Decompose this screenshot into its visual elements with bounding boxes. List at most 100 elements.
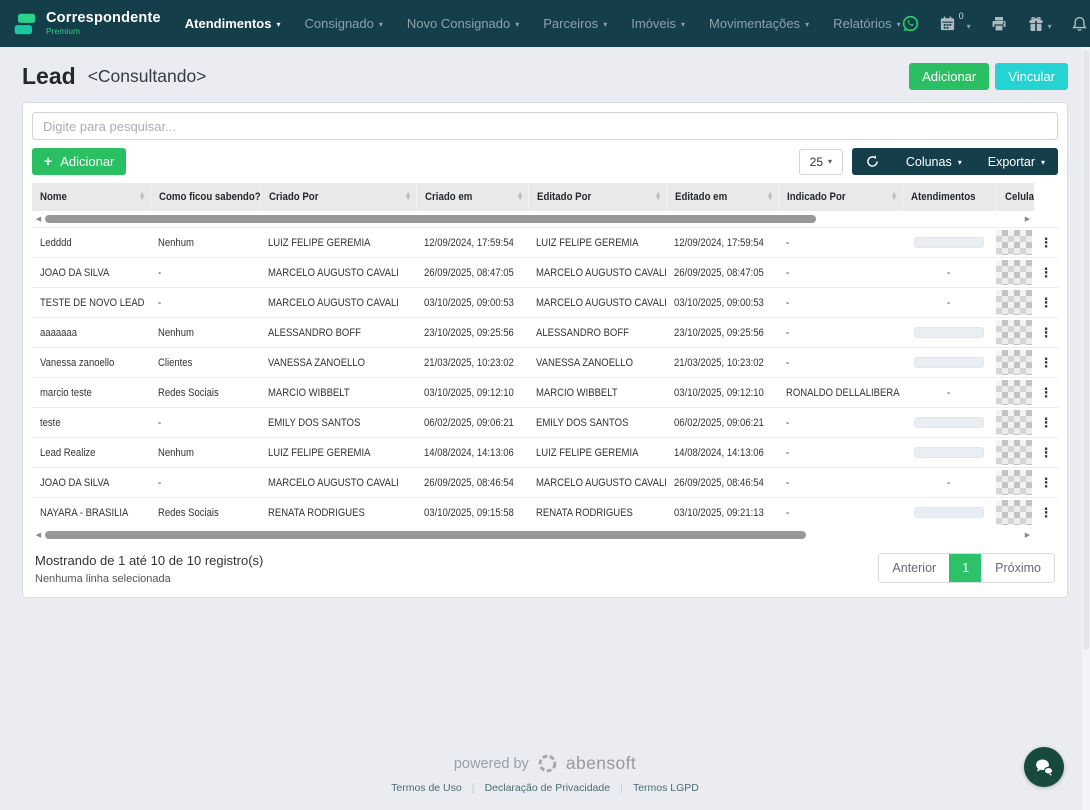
cell-como-ficou-sabendo: - <box>150 287 260 318</box>
table-row[interactable]: teste - EMILY DOS SANTOS 06/02/2025, 09:… <box>32 407 1058 438</box>
notifications-button[interactable]: 0 ▾ <box>1071 15 1090 33</box>
scroll-right-icon[interactable]: ▶ <box>1021 215 1034 223</box>
row-actions-menu-icon[interactable]: ⋮ <box>1040 295 1053 310</box>
table-row[interactable]: Lead Realize Nenhum LUIZ FELIPE GEREMIA … <box>32 437 1058 468</box>
row-actions-menu-icon[interactable]: ⋮ <box>1040 475 1053 490</box>
whatsapp-button[interactable] <box>901 14 920 33</box>
row-actions-menu-icon[interactable]: ⋮ <box>1040 505 1053 520</box>
horizontal-scrollbar[interactable]: ◀ ▶ <box>32 214 1034 223</box>
scrollbar-thumb[interactable] <box>45 530 807 539</box>
columns-dropdown[interactable]: Colunas ▾ <box>893 148 975 175</box>
row-actions-menu-icon[interactable]: ⋮ <box>1040 385 1053 400</box>
table-row[interactable]: Ledddd Nenhum LUIZ FELIPE GEREMIA 12/09/… <box>32 227 1058 258</box>
table-row[interactable]: NAYARA - BRASILIA Redes Sociais RENATA R… <box>32 497 1058 527</box>
cell-criado-por: MARCELO AUGUSTO CAVALI <box>260 467 416 498</box>
navbar-menu-movimentações[interactable]: Movimentações ▾ <box>709 16 809 31</box>
cell-celular <box>996 317 1034 348</box>
cell-nome: Vanessa zanoello <box>32 347 150 378</box>
chevron-down-icon: ▾ <box>957 158 962 167</box>
chevron-down-icon: ▾ <box>805 20 810 29</box>
navbar-menu-relatórios[interactable]: Relatórios ▾ <box>833 16 901 31</box>
chevron-down-icon: ▾ <box>1047 21 1052 31</box>
scrollbar-thumb[interactable] <box>45 214 817 223</box>
cell-editado-por: LUIZ FELIPE GEREMIA <box>528 437 666 468</box>
column-header-editado_por[interactable]: Editado Por ▲ ▼ <box>527 183 666 211</box>
footer-links: Termos de Uso | Declaração de Privacidade |… <box>0 782 1090 794</box>
horizontal-scrollbar[interactable]: ◀ ▶ <box>32 530 1034 539</box>
column-header-editado_em[interactable]: Editado em ▲ ▼ <box>665 183 778 211</box>
table-row[interactable]: Vanessa zanoello Clientes VANESSA ZANOEL… <box>32 347 1058 378</box>
column-header-atendimentos[interactable]: Atendimentos <box>901 183 996 211</box>
row-actions-menu-icon[interactable]: ⋮ <box>1040 445 1053 460</box>
cell-atendimentos: - <box>902 287 996 318</box>
navbar-menu-novo-consignado[interactable]: Novo Consignado ▾ <box>407 16 519 31</box>
footer-link-declaração-de-privacidade[interactable]: Declaração de Privacidade <box>485 782 611 794</box>
row-actions-menu-icon[interactable]: ⋮ <box>1040 415 1053 430</box>
cell-actions: ⋮ <box>1034 437 1058 468</box>
page-size-value: 25 <box>809 154 824 169</box>
cell-como-ficou-sabendo: Redes Sociais <box>150 377 260 408</box>
gift-button[interactable]: ▾ <box>1027 15 1052 33</box>
calendar-button[interactable]: 0 ▾ <box>939 11 971 32</box>
sort-icon[interactable]: ▲ ▼ <box>402 191 412 202</box>
navbar-menu-imóveis[interactable]: Imóveis ▾ <box>631 16 685 31</box>
table-row[interactable]: aaaaaaa Nenhum ALESSANDRO BOFF 23/10/202… <box>32 317 1058 348</box>
table-row[interactable]: JOAO DA SILVA - MARCELO AUGUSTO CAVALI 2… <box>32 257 1058 288</box>
refresh-button[interactable] <box>852 148 893 175</box>
scroll-right-icon[interactable]: ▶ <box>1021 531 1034 539</box>
cell-nome: Ledddd <box>32 227 150 258</box>
footer-link-termos-lgpd[interactable]: Termos LGPD <box>633 782 699 794</box>
page-size-select[interactable]: 25 ▾ <box>798 148 843 175</box>
sort-icon[interactable]: ▲ ▼ <box>888 191 898 202</box>
row-actions-menu-icon[interactable]: ⋮ <box>1040 265 1053 280</box>
celular-censored <box>996 470 1032 495</box>
vincular-button[interactable]: Vincular <box>995 63 1068 90</box>
celular-censored <box>996 350 1032 375</box>
column-header-fonte[interactable]: Como ficou sabendo? <box>149 183 260 211</box>
cell-celular <box>996 257 1034 288</box>
cell-como-ficou-sabendo: Nenhum <box>150 227 260 258</box>
cell-editado-em: 06/02/2025, 09:06:21 <box>666 407 778 438</box>
navbar-menu-atendimentos[interactable]: Atendimentos ▾ <box>185 16 281 31</box>
add-button[interactable]: + Adicionar <box>32 148 127 175</box>
cell-editado-por: ALESSANDRO BOFF <box>528 317 666 348</box>
table-row[interactable]: marcio teste Redes Sociais MARCIO WIBBEL… <box>32 377 1058 408</box>
next-page-button[interactable]: Próximo <box>981 554 1054 582</box>
scroll-left-icon[interactable]: ◀ <box>32 215 45 223</box>
table-row[interactable]: TESTE DE NOVO LEAD - MARCELO AUGUSTO CAV… <box>32 287 1058 318</box>
row-actions-menu-icon[interactable]: ⋮ <box>1040 355 1053 370</box>
row-actions-menu-icon[interactable]: ⋮ <box>1040 325 1053 340</box>
cell-editado-por: LUIZ FELIPE GEREMIA <box>528 227 666 258</box>
column-header-nome[interactable]: Nome ▲ ▼ <box>32 183 150 211</box>
chevron-down-icon: ▾ <box>276 20 281 29</box>
prev-page-button[interactable]: Anterior <box>879 554 950 582</box>
print-button[interactable] <box>990 15 1008 33</box>
sort-icon[interactable]: ▲ ▼ <box>136 191 146 202</box>
lead-panel: + Adicionar 25 ▾ Colunas ▾ Exportar ▾ <box>22 102 1068 598</box>
sort-icon[interactable]: ▲ ▼ <box>764 191 774 202</box>
current-page-button[interactable]: 1 <box>949 554 982 582</box>
navbar-menu-consignado[interactable]: Consignado ▾ <box>304 16 382 31</box>
sort-icon[interactable]: ▲ ▼ <box>652 191 662 202</box>
column-header-criado_em[interactable]: Criado em ▲ ▼ <box>415 183 528 211</box>
navbar-menu-parceiros[interactable]: Parceiros ▾ <box>543 16 607 31</box>
column-header-indicado_por[interactable]: Indicado Por ▲ ▼ <box>777 183 902 211</box>
footer-link-termos-de-uso[interactable]: Termos de Uso <box>391 782 462 794</box>
column-header-celular[interactable]: Celular <box>995 183 1034 211</box>
cell-indicado-por: - <box>778 287 902 318</box>
cell-indicado-por: - <box>778 497 902 527</box>
cell-editado-em: 03/10/2025, 09:00:53 <box>666 287 778 318</box>
scroll-left-icon[interactable]: ◀ <box>32 531 45 539</box>
adicionar-button[interactable]: Adicionar <box>909 63 990 90</box>
column-header-criado_por[interactable]: Criado Por ▲ ▼ <box>259 183 416 211</box>
row-actions-menu-icon[interactable]: ⋮ <box>1040 235 1053 250</box>
export-dropdown[interactable]: Exportar ▾ <box>975 148 1058 175</box>
page-scrollbar-thumb[interactable] <box>1083 50 1089 650</box>
sort-icon[interactable]: ▲ ▼ <box>514 191 524 202</box>
table-row[interactable]: JOAO DA SILVA - MARCELO AUGUSTO CAVALI 2… <box>32 467 1058 498</box>
powered-by-label: powered by <box>453 755 529 772</box>
brand-logo[interactable]: Correspondente Premium <box>12 11 161 37</box>
page-scrollbar[interactable] <box>1082 47 1090 810</box>
search-input[interactable] <box>32 112 1058 140</box>
chat-fab-button[interactable] <box>1024 747 1064 787</box>
